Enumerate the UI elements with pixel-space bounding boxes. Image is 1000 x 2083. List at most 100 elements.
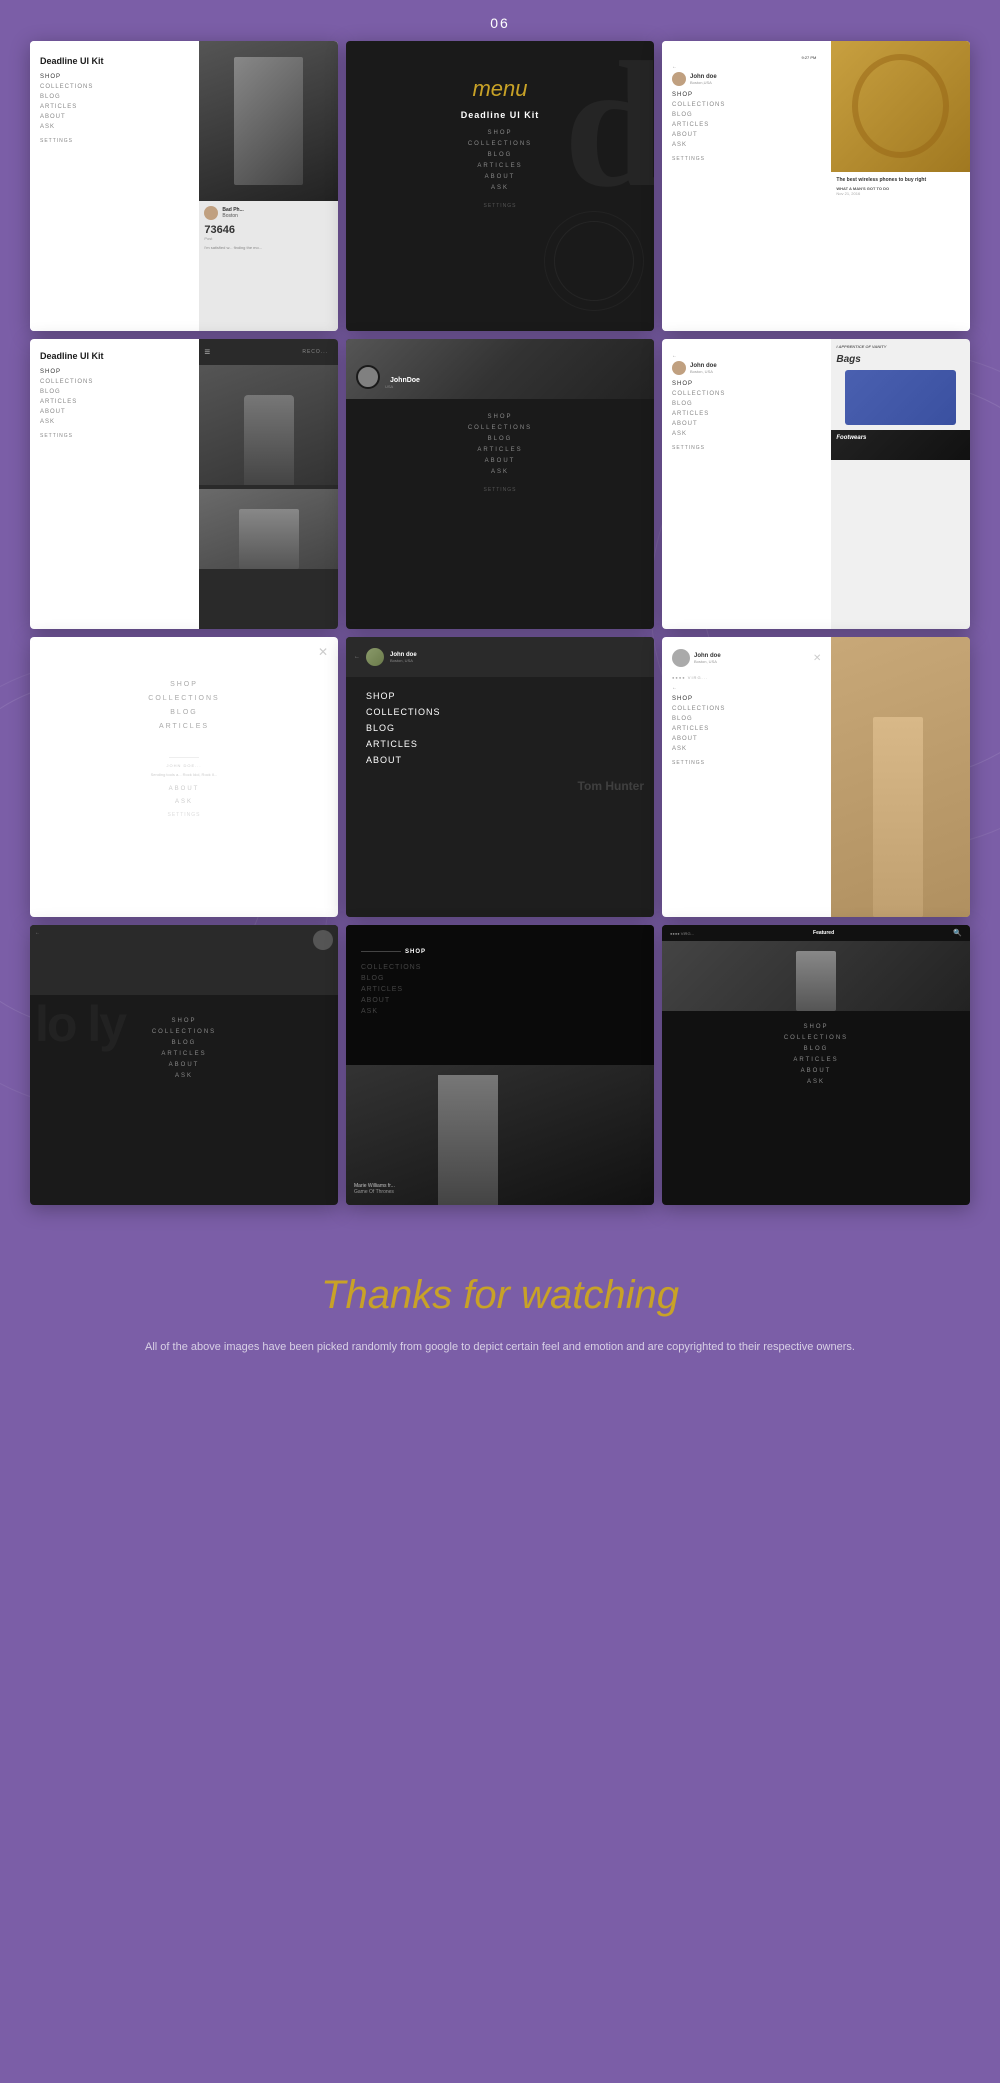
nav4-about[interactable]: ABOUT xyxy=(40,409,189,415)
mnav11-blog[interactable]: BLOG xyxy=(361,975,639,982)
nav-ask[interactable]: ASK xyxy=(40,124,189,130)
nav4-ask[interactable]: ASK xyxy=(40,419,189,425)
cnav7-shop[interactable]: SHOP xyxy=(30,681,338,688)
nav6-shop[interactable]: SHOP xyxy=(672,381,821,387)
close-icon-7[interactable]: ✕ xyxy=(30,637,338,659)
dnav8-blog[interactable]: BLOG xyxy=(366,723,634,733)
nav6-blog[interactable]: BLOG xyxy=(672,401,821,407)
nav9-ask[interactable]: ASK xyxy=(672,746,821,752)
nav9-blog[interactable]: BLOG xyxy=(672,716,821,722)
screen-row-1: Deadline UI Kit SHOP COLLECTIONS BLOG AR… xyxy=(0,41,1000,331)
search-icon-12[interactable]: 🔍 xyxy=(953,929,962,937)
shop-active-11[interactable]: SHOP xyxy=(405,949,426,955)
nav-articles[interactable]: ARTICLES xyxy=(40,104,189,110)
dark5-about[interactable]: ABOUT xyxy=(356,458,644,464)
status-bar-3: 9:27 PM xyxy=(672,53,821,62)
dark5-articles[interactable]: ARTICLES xyxy=(356,447,644,453)
cnav10-shop[interactable]: SHOP xyxy=(38,1018,330,1024)
nav3-collections[interactable]: COLLECTIONS xyxy=(672,102,821,108)
nav6-about[interactable]: ABOUT xyxy=(672,421,821,427)
cnav7-about[interactable]: ABOUT xyxy=(30,786,338,792)
nav-shop[interactable]: SHOP xyxy=(40,74,189,80)
nav3-about[interactable]: ABOUT xyxy=(672,132,821,138)
settings4[interactable]: SETTINGS xyxy=(40,433,189,439)
dark-nav-shop[interactable]: SHOP xyxy=(356,130,644,136)
cnav10-about[interactable]: ABOUT xyxy=(38,1062,330,1068)
cnav7-ask[interactable]: ASK xyxy=(30,799,338,805)
screen-6-left: ← John doe Boston, USA SHOP COLLECTIONS … xyxy=(662,339,831,629)
nav4-articles[interactable]: ARTICLES xyxy=(40,399,189,405)
nav-settings[interactable]: SETTINGS xyxy=(40,138,189,144)
dark-settings[interactable]: SETTINGS xyxy=(356,203,644,209)
nav9-articles[interactable]: ARTICLES xyxy=(672,726,821,732)
nav9-collections[interactable]: COLLECTIONS xyxy=(672,706,821,712)
cnav7-collections[interactable]: COLLECTIONS xyxy=(30,695,338,702)
nav6-collections[interactable]: COLLECTIONS xyxy=(672,391,821,397)
nav12-about[interactable]: ABOUT xyxy=(674,1068,958,1074)
dark5-shop[interactable]: SHOP xyxy=(356,414,644,420)
back-arrow-8[interactable]: ← xyxy=(354,654,360,660)
nav3-articles[interactable]: ARTICLES xyxy=(672,122,821,128)
nav6-ask[interactable]: ASK xyxy=(672,431,821,437)
nav9-shop[interactable]: SHOP xyxy=(672,696,821,702)
settings3[interactable]: SETTINGS xyxy=(672,156,821,162)
nav12-blog[interactable]: BLOG xyxy=(674,1046,958,1052)
screen-4: Deadline UI Kit SHOP COLLECTIONS BLOG AR… xyxy=(30,339,338,629)
nav4-shop[interactable]: SHOP xyxy=(40,369,189,375)
back9[interactable]: ← xyxy=(672,685,821,691)
back-arrow-3[interactable]: ← xyxy=(672,62,821,72)
screen-1-image xyxy=(199,41,338,201)
dark5-blog[interactable]: BLOG xyxy=(356,436,644,442)
screen-4-right: ≡ RECO... xyxy=(199,339,338,629)
nav4-collections[interactable]: COLLECTIONS xyxy=(40,379,189,385)
settings6[interactable]: SETTINGS xyxy=(672,445,821,451)
nav-12: SHOP COLLECTIONS BLOG ARTICLES ABOUT ASK xyxy=(662,1011,970,1098)
dark5-settings[interactable]: SETTINGS xyxy=(356,487,644,493)
dark5-ask[interactable]: ASK xyxy=(356,469,644,475)
cnav10-articles[interactable]: ARTICLES xyxy=(38,1051,330,1057)
nav12-articles[interactable]: ARTICLES xyxy=(674,1057,958,1063)
dark-nav-blog[interactable]: BLOG xyxy=(356,152,644,158)
dark-nav-ask[interactable]: ASK xyxy=(356,185,644,191)
cnav10-blog[interactable]: BLOG xyxy=(38,1040,330,1046)
dnav8-collections[interactable]: COLLECTIONS xyxy=(366,707,634,717)
profile-sub-6: Boston, USA xyxy=(690,369,717,374)
dark-nav-about[interactable]: ABOUT xyxy=(356,174,644,180)
nav9-about[interactable]: ABOUT xyxy=(672,736,821,742)
back-arrow-10[interactable]: ← xyxy=(30,925,338,941)
nav3-shop[interactable]: SHOP xyxy=(672,92,821,98)
nav12-collections[interactable]: COLLECTIONS xyxy=(674,1035,958,1041)
screen-11: SHOP COLLECTIONS BLOG ARTICLES ABOUT ASK… xyxy=(346,925,654,1205)
nav3-blog[interactable]: BLOG xyxy=(672,112,821,118)
nav12-ask[interactable]: ASK xyxy=(674,1079,958,1085)
cnav10-collections[interactable]: COLLECTIONS xyxy=(38,1029,330,1035)
dnav8-about[interactable]: ABOUT xyxy=(366,755,634,765)
close-icon-9[interactable]: ✕ xyxy=(813,653,821,664)
cnav7-articles[interactable]: ARTICLES xyxy=(30,723,338,730)
mnav11-articles[interactable]: ARTICLES xyxy=(361,986,639,993)
nav12-shop[interactable]: SHOP xyxy=(674,1024,958,1030)
nav-about[interactable]: ABOUT xyxy=(40,114,189,120)
profile-name-6: John doe xyxy=(690,363,717,369)
cnav7-blog[interactable]: BLOG xyxy=(30,709,338,716)
back-arrow-6[interactable]: ← xyxy=(672,351,821,361)
nav4-blog[interactable]: BLOG xyxy=(40,389,189,395)
settings9[interactable]: SETTINGS xyxy=(672,760,821,766)
dark-nav-articles[interactable]: ARTICLES xyxy=(356,163,644,169)
dnav8-articles[interactable]: ARTICLES xyxy=(366,739,634,749)
mnav11-collections[interactable]: COLLECTIONS xyxy=(361,964,639,971)
nav6-articles[interactable]: ARTICLES xyxy=(672,411,821,417)
thanks-section: Thanks for watching All of the above ima… xyxy=(0,1213,1000,1397)
nav-collections[interactable]: COLLECTIONS xyxy=(40,84,189,90)
cnav7-settings[interactable]: SETTINGS xyxy=(30,812,338,818)
dnav8-shop[interactable]: SHOP xyxy=(366,691,634,701)
nav3-ask[interactable]: ASK xyxy=(672,142,821,148)
dark-nav-8: SHOP COLLECTIONS BLOG ARTICLES ABOUT xyxy=(346,677,654,779)
mnav11-ask[interactable]: ASK xyxy=(361,1008,639,1015)
dark-nav-collections[interactable]: COLLECTIONS xyxy=(356,141,644,147)
nav-blog[interactable]: BLOG xyxy=(40,94,189,100)
dark5-collections[interactable]: COLLECTIONS xyxy=(356,425,644,431)
screen-row-2: Deadline UI Kit SHOP COLLECTIONS BLOG AR… xyxy=(0,339,1000,629)
mnav11-about[interactable]: ABOUT xyxy=(361,997,639,1004)
cnav10-ask[interactable]: ASK xyxy=(38,1073,330,1079)
